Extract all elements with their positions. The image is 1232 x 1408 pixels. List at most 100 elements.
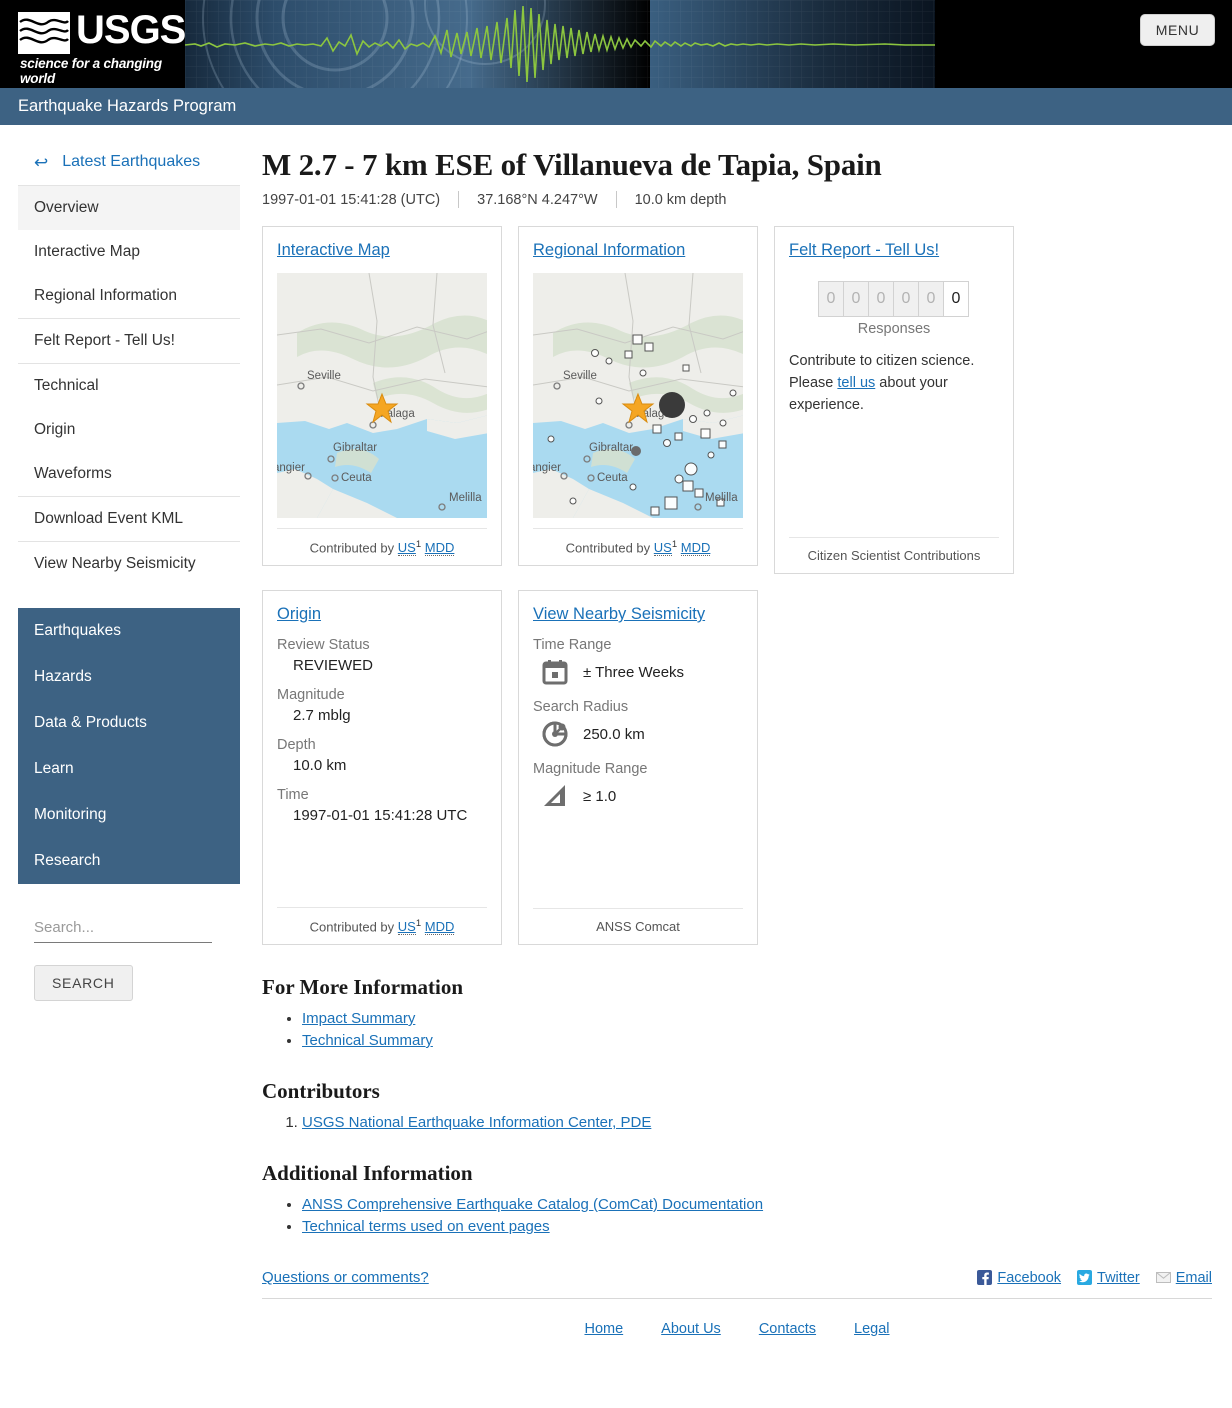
attribution-us-link[interactable]: US	[653, 540, 672, 557]
origin-review-status-value: REVIEWED	[293, 657, 374, 674]
sidebar-nav-group-1: Overview Interactive Map Regional Inform…	[18, 185, 240, 318]
technical-summary-link[interactable]: Technical Summary	[302, 1032, 433, 1049]
search-input[interactable]	[34, 916, 212, 943]
social-links: Facebook Twitter Email	[977, 1270, 1212, 1286]
magnitude-icon	[541, 782, 569, 810]
search-radius-value: 250.0 km	[583, 725, 645, 743]
site-nav-earthquakes[interactable]: Earthquakes	[18, 608, 240, 654]
sidebar-item-technical[interactable]: Technical	[18, 364, 240, 408]
svg-text:Melilla: Melilla	[449, 492, 482, 504]
usgs-tagline: science for a changing world	[20, 56, 162, 86]
impact-summary-link[interactable]: Impact Summary	[302, 1010, 415, 1027]
nearby-seismicity-footer: ANSS Comcat	[533, 908, 743, 934]
twitter-link[interactable]: Twitter	[1077, 1270, 1140, 1286]
sidebar-item-interactive-map[interactable]: Interactive Map	[18, 230, 240, 274]
sidebar-item-download-event-kml[interactable]: Download Event KML	[18, 497, 240, 541]
attribution-prefix: Contributed by	[565, 540, 651, 556]
site-nav: Earthquakes Hazards Data & Products Lear…	[18, 608, 240, 884]
sidebar-item-origin[interactable]: Origin	[18, 408, 240, 452]
sidebar-item-waveforms[interactable]: Waveforms	[18, 452, 240, 496]
back-to-latest-earthquakes-link[interactable]: ↩ Latest Earthquakes	[18, 147, 240, 185]
calendar-icon	[541, 658, 569, 686]
attribution-footnote: 1	[671, 539, 678, 550]
origin-time-label: Time	[277, 787, 309, 803]
attribution-footnote: 1	[415, 917, 422, 929]
odometer-digit: 0	[868, 281, 894, 317]
meta-divider	[458, 191, 460, 208]
search-radius-label: Search Radius	[533, 699, 629, 715]
technical-terms-link[interactable]: Technical terms used on event pages	[302, 1218, 550, 1235]
contributors-heading: Contributors	[262, 1079, 380, 1103]
site-nav-research[interactable]: Research	[18, 838, 240, 884]
facebook-icon	[977, 1270, 993, 1285]
questions-or-comments-link[interactable]: Questions or comments?	[262, 1269, 429, 1286]
nearby-seismicity-card-title[interactable]: View Nearby Seismicity	[533, 605, 743, 624]
search-button[interactable]: SEARCH	[34, 965, 133, 1001]
site-nav-learn[interactable]: Learn	[18, 746, 240, 792]
footer-link-legal[interactable]: Legal	[854, 1321, 889, 1337]
sidebar-item-felt-report[interactable]: Felt Report - Tell Us!	[18, 319, 240, 363]
usgs-logo[interactable]: USGS science for a changing world	[0, 0, 186, 88]
svg-text:Seville: Seville	[307, 370, 341, 382]
felt-report-body: 0 0 0 0 0 0 Responses Contribute to citi…	[789, 273, 999, 527]
regional-information-card-title[interactable]: Regional Information	[533, 241, 743, 260]
page-body: ↩ Latest Earthquakes Overview Interactiv…	[0, 125, 1232, 1337]
tell-us-link[interactable]: tell us	[837, 375, 875, 391]
footer-utility-row: Questions or comments? Facebook Twitter …	[262, 1269, 1212, 1299]
attribution-prefix: Contributed by	[309, 919, 395, 934]
origin-depth-label: Depth	[277, 737, 316, 753]
origin-details: Review Status REVIEWED Magnitude 2.7 mbl…	[277, 637, 487, 897]
sidebar-item-view-nearby-seismicity[interactable]: View Nearby Seismicity	[18, 542, 240, 586]
sidebar-nav-group-4: Download Event KML	[18, 496, 240, 541]
attribution-footnote: 1	[415, 539, 422, 550]
svg-text:Melilla: Melilla	[705, 492, 738, 504]
left-arrow-icon: ↩	[34, 152, 49, 172]
list-item: Technical terms used on event pages	[302, 1218, 1212, 1235]
email-link[interactable]: Email	[1155, 1270, 1212, 1286]
svg-text:Ceuta: Ceuta	[597, 472, 628, 484]
interactive-map-thumbnail[interactable]: Seville Málaga Gibraltar angier Ceuta	[277, 273, 487, 518]
program-title: Earthquake Hazards Program	[18, 97, 237, 115]
sidebar-nav-group-5: View Nearby Seismicity	[18, 541, 240, 586]
sidebar-item-regional-information[interactable]: Regional Information	[18, 274, 240, 318]
odometer-digit: 0	[843, 281, 869, 317]
email-icon	[1155, 1270, 1171, 1285]
facebook-link[interactable]: Facebook	[977, 1270, 1061, 1286]
origin-review-status-label: Review Status	[277, 637, 370, 653]
sidebar: ↩ Latest Earthquakes Overview Interactiv…	[0, 125, 258, 1337]
additional-information-list: ANSS Comprehensive Earthquake Catalog (C…	[262, 1196, 1212, 1235]
additional-information-heading: Additional Information	[262, 1161, 473, 1185]
menu-button[interactable]: MENU	[1140, 14, 1215, 46]
footer-nav: Home About Us Contacts Legal	[262, 1299, 1212, 1337]
felt-report-card-title[interactable]: Felt Report - Tell Us!	[789, 241, 999, 260]
main-content: M 2.7 - 7 km ESE of Villanueva de Tapia,…	[258, 125, 1232, 1337]
back-link-label: Latest Earthquakes	[62, 153, 201, 170]
svg-text:angier: angier	[277, 462, 305, 474]
meta-divider	[615, 191, 617, 208]
odometer-digit: 0	[918, 281, 944, 317]
contributor-neic-link[interactable]: USGS National Earthquake Information Cen…	[302, 1114, 651, 1131]
origin-magnitude-label: Magnitude	[277, 687, 345, 703]
event-depth: 10.0 km depth	[634, 191, 727, 208]
regional-information-thumbnail[interactable]: Seville Málaga Gibraltar angier Ceuta	[533, 273, 743, 518]
attribution-mdd-link[interactable]: MDD	[424, 540, 455, 557]
attribution-mdd-link[interactable]: MDD	[424, 919, 455, 935]
origin-card-title[interactable]: Origin	[277, 605, 487, 624]
sidebar-nav-group-2: Felt Report - Tell Us!	[18, 318, 240, 363]
attribution-us-link[interactable]: US	[397, 919, 416, 935]
comcat-documentation-link[interactable]: ANSS Comprehensive Earthquake Catalog (C…	[302, 1196, 763, 1213]
site-nav-hazards[interactable]: Hazards	[18, 654, 240, 700]
footer-link-contacts[interactable]: Contacts	[759, 1321, 816, 1337]
footer-link-about-us[interactable]: About Us	[661, 1321, 721, 1337]
site-nav-monitoring[interactable]: Monitoring	[18, 792, 240, 838]
usgs-wordmark: USGS	[76, 8, 186, 52]
interactive-map-card-title[interactable]: Interactive Map	[277, 241, 487, 260]
odometer-digit-active: 0	[943, 281, 969, 317]
attribution-us-link[interactable]: US	[397, 540, 416, 557]
sidebar-item-overview[interactable]: Overview	[18, 186, 240, 230]
svg-text:Seville: Seville	[563, 370, 597, 382]
site-nav-data-products[interactable]: Data & Products	[18, 700, 240, 746]
odometer-digit: 0	[818, 281, 844, 317]
footer-link-home[interactable]: Home	[584, 1321, 623, 1337]
attribution-mdd-link[interactable]: MDD	[680, 540, 711, 557]
